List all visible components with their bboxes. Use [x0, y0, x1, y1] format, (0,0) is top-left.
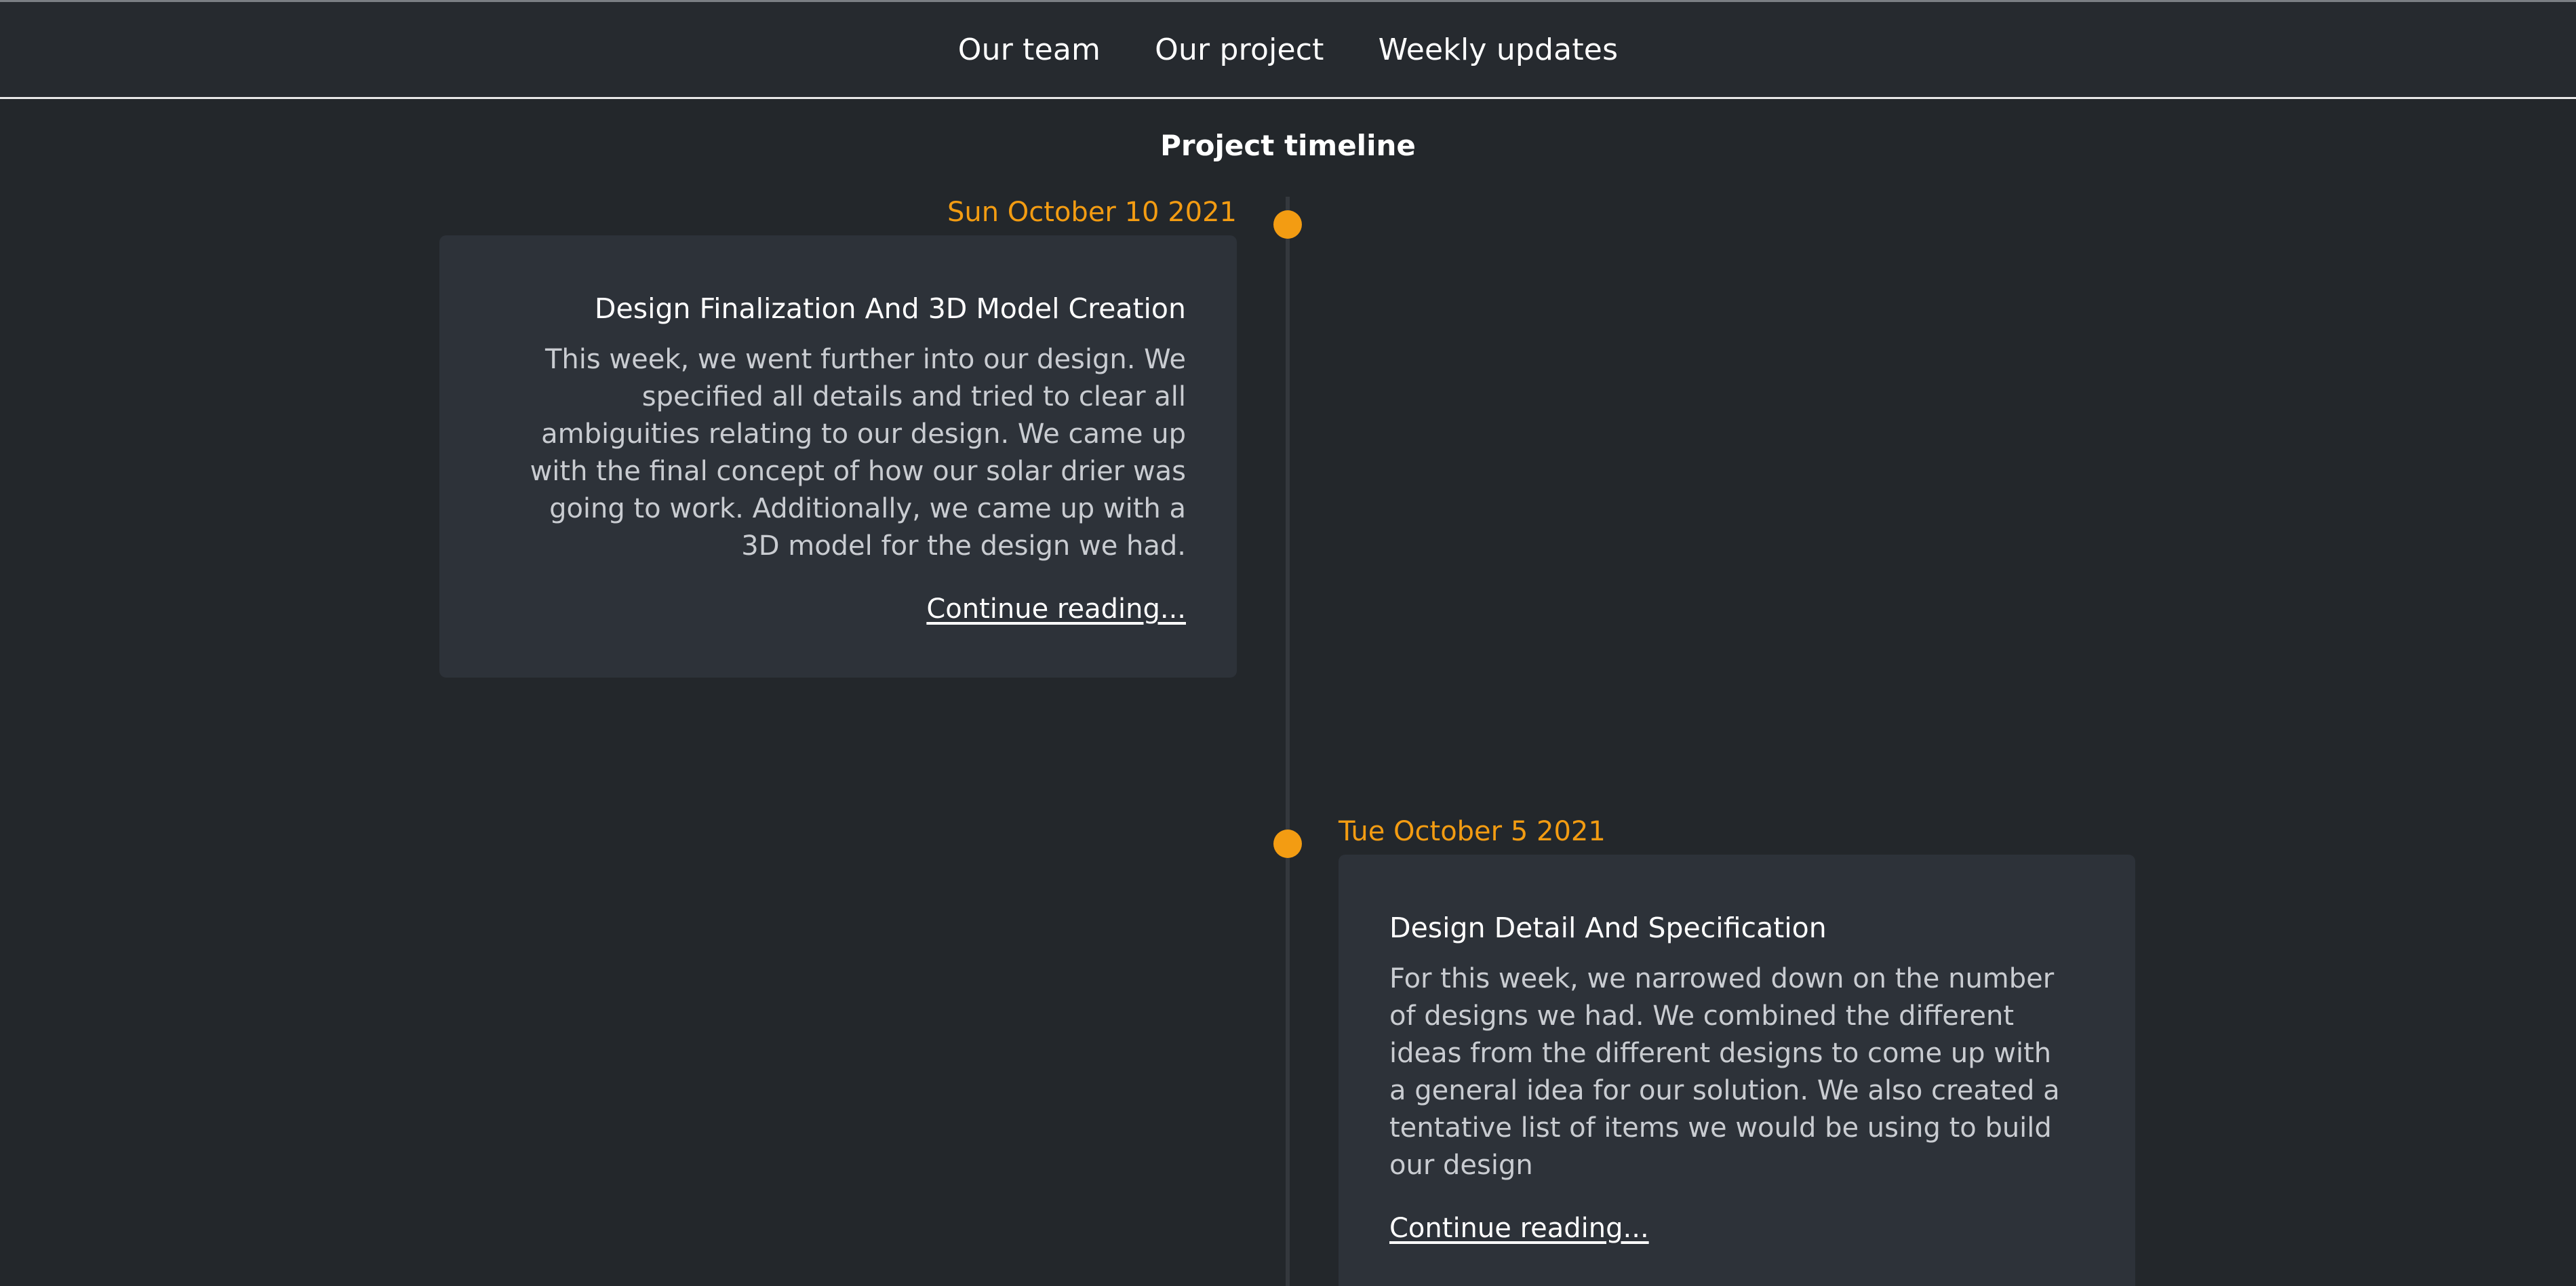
top-navigation: Our team Our project Weekly updates — [0, 2, 2576, 99]
card-title: Design Detail And Specification — [1389, 912, 1827, 944]
card-body: For this week, we narrowed down on the n… — [1389, 963, 2060, 1181]
timeline-card: Design Detail And Specification For this… — [1339, 855, 2135, 1286]
nav-links: Our team Our project Weekly updates — [958, 33, 1618, 67]
nav-link-our-team[interactable]: Our team — [958, 33, 1101, 67]
card-body: This week, we went further into our desi… — [530, 344, 1186, 562]
entry-date: Tue October 5 2021 — [1339, 816, 1606, 847]
card-title: Design Finalization And 3D Model Creatio… — [594, 292, 1186, 325]
timeline-line — [1286, 197, 1290, 1286]
timeline-dot — [1273, 830, 1302, 858]
continue-reading-link[interactable]: Continue reading... — [926, 593, 1186, 625]
page-title: Project timeline — [1160, 129, 1416, 162]
timeline-card: Design Finalization And 3D Model Creatio… — [439, 235, 1237, 678]
timeline-dot — [1273, 210, 1302, 239]
entry-date: Sun October 10 2021 — [947, 197, 1237, 228]
continue-reading-link[interactable]: Continue reading... — [1389, 1213, 1649, 1244]
nav-link-our-project[interactable]: Our project — [1155, 33, 1324, 67]
nav-link-weekly-updates[interactable]: Weekly updates — [1379, 33, 1619, 67]
